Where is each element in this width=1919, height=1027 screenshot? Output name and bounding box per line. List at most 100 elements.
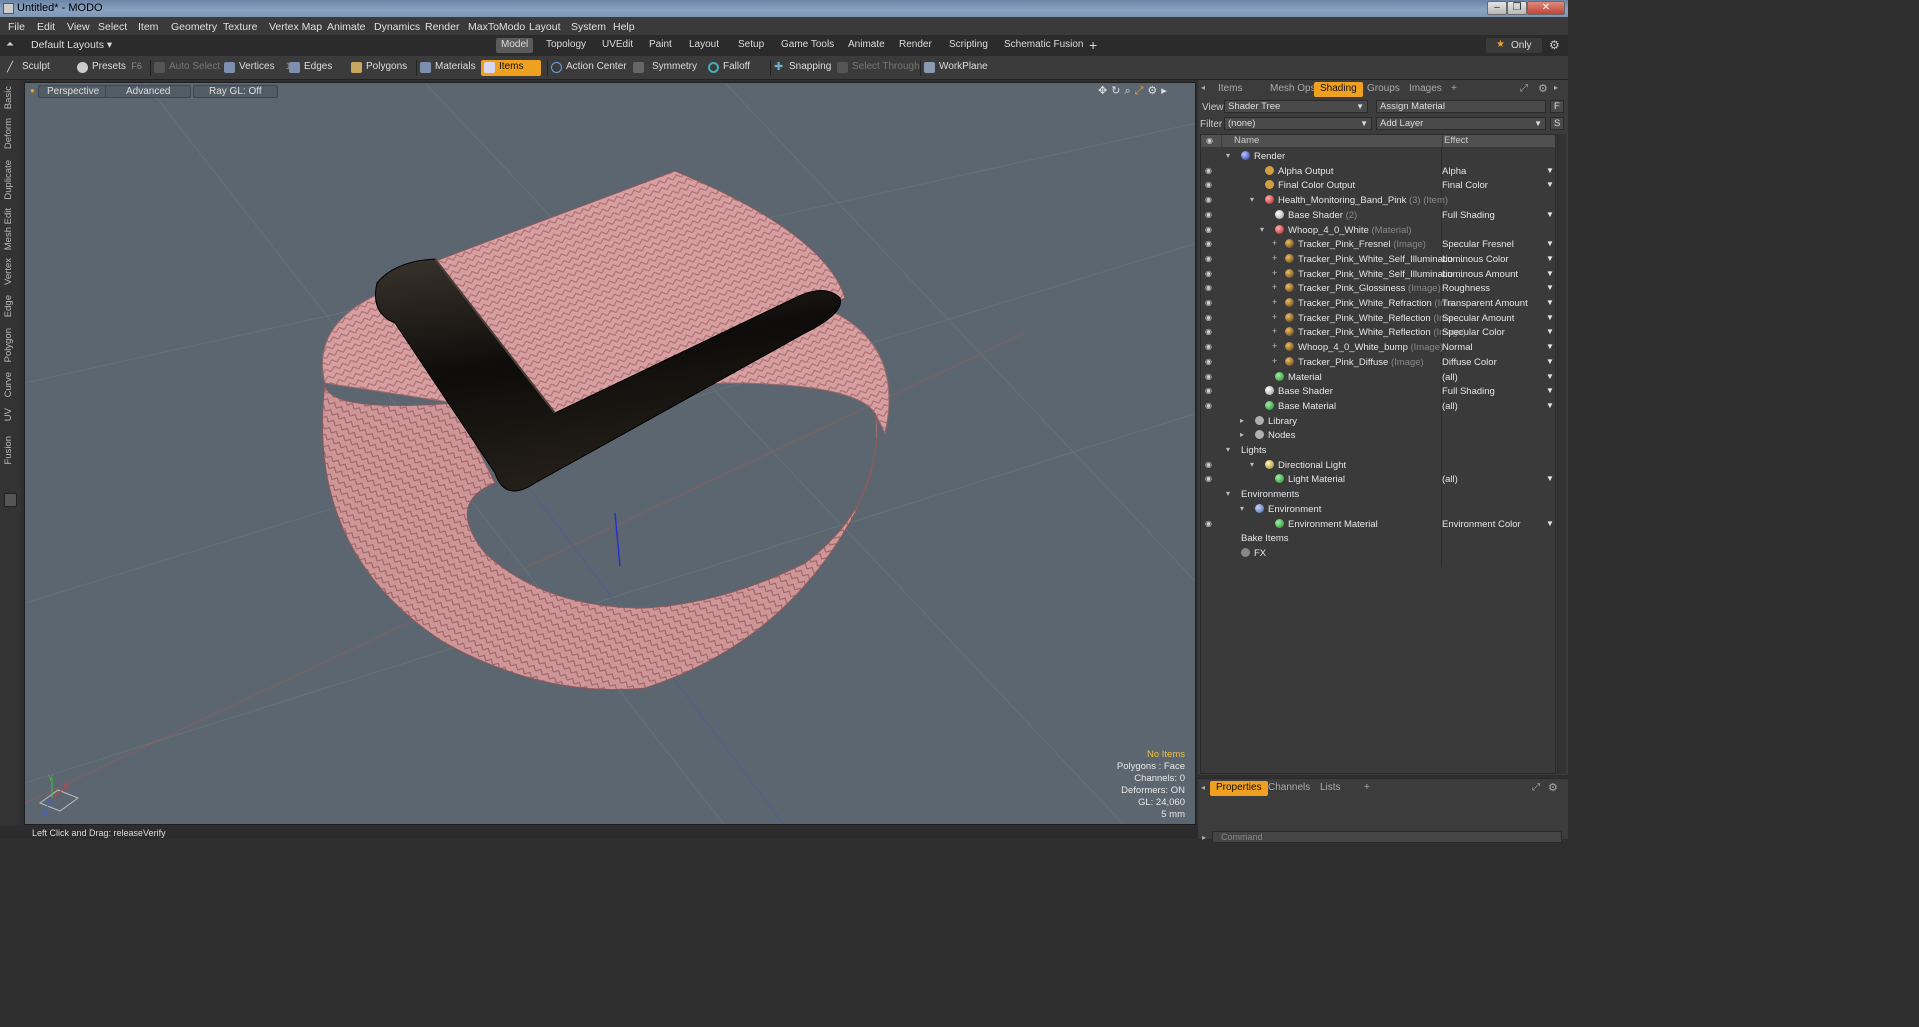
add-layer-plus-icon[interactable]: + <box>1272 282 1277 292</box>
visibility-eye-icon[interactable]: ◉ <box>1205 357 1215 366</box>
menu-layout[interactable]: Layout <box>529 21 561 33</box>
chevron-down-icon[interactable]: ▼ <box>1546 327 1554 336</box>
props-expand-icon[interactable]: ⤢ <box>1532 782 1540 793</box>
rotate-view-icon[interactable]: ↻ <box>1111 85 1124 97</box>
tree-row[interactable]: ◉ + Tracker_Pink_White_Reflection (Image) S… <box>1201 325 1555 340</box>
visibility-eye-icon[interactable]: ◉ <box>1205 269 1215 278</box>
maximize-button[interactable]: ❐ <box>1507 1 1527 15</box>
sculpt-button[interactable]: ╱ Sculpt <box>4 60 54 76</box>
tree-row[interactable]: ▾ Lights <box>1201 443 1555 458</box>
layout-selector[interactable]: Default Layouts ▾ <box>31 39 112 51</box>
advanced-dropdown[interactable]: Advanced <box>105 85 192 98</box>
tree-row[interactable]: ◉ ▾ Health_Monitoring_Band_Pink (3) (Item) <box>1201 193 1555 208</box>
panel-more-icon[interactable]: ▸ <box>1554 83 1558 92</box>
command-input[interactable]: Command <box>1212 831 1562 843</box>
tree-row[interactable]: ▾ Render <box>1201 149 1555 164</box>
layer-effect[interactable]: Specular Fresnel <box>1442 239 1514 250</box>
panel-tab-items[interactable]: Items <box>1212 82 1248 97</box>
tree-row[interactable]: ◉ + Tracker_Pink_White_Self_Illuminatio ..… <box>1201 252 1555 267</box>
tab-animate[interactable]: Animate <box>843 38 890 53</box>
menu-item[interactable]: Item <box>138 21 158 33</box>
fit-view-icon[interactable]: ⤢ <box>1135 85 1148 97</box>
presets-button[interactable]: Presets F6 <box>74 60 142 76</box>
action-center-button[interactable]: Action Center <box>547 60 631 76</box>
gear-icon[interactable]: ⚙ <box>1549 38 1560 52</box>
left-tab-basic[interactable]: Basic <box>3 86 14 109</box>
tree-row[interactable]: ▸ Library <box>1201 414 1555 429</box>
visibility-eye-icon[interactable]: ◉ <box>1205 239 1215 248</box>
left-tab-vertex[interactable]: Vertex <box>3 258 14 285</box>
layer-effect[interactable]: Luminous Color <box>1442 254 1509 265</box>
perspective-dropdown[interactable]: Perspective <box>38 85 109 98</box>
snapping-button[interactable]: ✚ Snapping <box>770 60 835 76</box>
view-select[interactable]: Shader Tree ▼ <box>1224 100 1368 113</box>
expand-arrow-icon[interactable]: ▾ <box>1226 151 1230 160</box>
add-layer-plus-icon[interactable]: + <box>1272 268 1277 278</box>
vertices-button[interactable]: Vertices1 <box>221 60 291 76</box>
expand-arrow-icon[interactable]: ▾ <box>1240 504 1244 513</box>
chevron-down-icon[interactable]: ▼ <box>1546 474 1554 483</box>
add-tab-button[interactable]: + <box>1089 37 1097 53</box>
expand-arrow-icon[interactable]: ▾ <box>1226 445 1230 454</box>
menu-select[interactable]: Select <box>98 21 127 33</box>
items-button[interactable]: Items <box>481 60 541 76</box>
left-tab-duplicate[interactable]: Duplicate <box>3 160 14 200</box>
visibility-eye-icon[interactable]: ◉ <box>1205 327 1215 336</box>
tab-uvedit[interactable]: UVEdit <box>597 38 638 53</box>
3d-viewport[interactable]: Y X Z ● Perspective Advanced Ray GL: Off… <box>24 82 1196 825</box>
workplane-button[interactable]: WorkPlane <box>920 60 992 76</box>
menu-geometry[interactable]: Geometry <box>171 21 217 33</box>
visibility-eye-icon[interactable]: ◉ <box>1205 254 1215 263</box>
tree-row[interactable]: Bake Items <box>1201 531 1555 546</box>
tree-row[interactable]: ◉ Light Material (all) ▼ <box>1201 472 1555 487</box>
visibility-eye-icon[interactable]: ◉ <box>1205 372 1215 381</box>
visibility-eye-icon[interactable]: ◉ <box>1205 313 1215 322</box>
visibility-eye-icon[interactable]: ◉ <box>1205 386 1215 395</box>
panel-tab-mesh-ops[interactable]: Mesh Ops <box>1264 82 1322 97</box>
layer-effect[interactable]: Environment Color <box>1442 519 1521 530</box>
left-tab-deform[interactable]: Deform <box>3 118 14 149</box>
tree-row[interactable]: ◉ + Tracker_Pink_Fresnel (Image) Specular F… <box>1201 237 1555 252</box>
tab-setup[interactable]: Setup <box>733 38 769 53</box>
chevron-down-icon[interactable]: ▼ <box>1546 239 1554 248</box>
chevron-down-icon[interactable]: ▼ <box>1546 401 1554 410</box>
menu-dynamics[interactable]: Dynamics <box>374 21 420 33</box>
chevron-down-icon[interactable]: ▼ <box>1546 254 1554 263</box>
expand-arrow-icon[interactable]: ▾ <box>1250 195 1254 204</box>
tab-game-tools[interactable]: Game Tools <box>776 38 839 53</box>
visibility-eye-icon[interactable]: ◉ <box>1205 298 1215 307</box>
menu-edit[interactable]: Edit <box>37 21 55 33</box>
layer-effect[interactable]: Roughness <box>1442 283 1490 294</box>
add-layer-plus-icon[interactable]: + <box>1272 326 1277 336</box>
tab-layout[interactable]: Layout <box>684 38 724 53</box>
assign-material-button[interactable]: Assign Material <box>1376 100 1546 113</box>
tree-row[interactable]: ◉ Material (all) ▼ <box>1201 370 1555 385</box>
minimize-button[interactable]: – <box>1487 1 1507 15</box>
edges-button[interactable]: Edges2 <box>286 60 358 76</box>
menu-file[interactable]: File <box>8 21 25 33</box>
left-tab-curve[interactable]: Curve <box>3 372 14 397</box>
visibility-eye-icon[interactable]: ◉ <box>1205 210 1215 219</box>
tree-row[interactable]: ◉ Base Shader Full Shading ▼ <box>1201 384 1555 399</box>
zoom-view-icon[interactable]: ⌕ <box>1124 85 1134 97</box>
falloff-button[interactable]: Falloff <box>705 60 754 76</box>
auto-select-button[interactable]: Auto Select <box>150 60 224 76</box>
panel-tab-images[interactable]: Images <box>1403 82 1448 97</box>
panel-add-tab-button[interactable]: + <box>1445 82 1463 97</box>
chevron-down-icon[interactable]: ▼ <box>1546 386 1554 395</box>
expand-arrow-icon[interactable]: ▾ <box>1250 460 1254 469</box>
chevron-down-icon[interactable]: ▼ <box>1546 166 1554 175</box>
tree-row[interactable]: ▾ Environments <box>1201 487 1555 502</box>
tree-row[interactable]: ◉ + Tracker_Pink_White_Self_Illuminatio ..… <box>1201 267 1555 282</box>
tree-row[interactable]: ◉ + Tracker_Pink_White_Refraction (Ima ...… <box>1201 296 1555 311</box>
layer-effect[interactable]: Final Color <box>1442 180 1488 191</box>
chevron-down-icon[interactable]: ▼ <box>1546 519 1554 528</box>
visibility-eye-icon[interactable]: ◉ <box>1205 180 1215 189</box>
chevron-down-icon[interactable]: ▼ <box>1546 180 1554 189</box>
tree-row[interactable]: ◉ + Tracker_Pink_Diffuse (Image) Diffuse Co… <box>1201 355 1555 370</box>
tree-row[interactable]: ▸ Nodes <box>1201 428 1555 443</box>
tab-model[interactable]: Model <box>496 38 534 53</box>
polygons-button[interactable]: Polygons <box>348 60 411 76</box>
layer-effect[interactable]: (all) <box>1442 401 1458 412</box>
visibility-eye-icon[interactable]: ◉ <box>1205 474 1215 483</box>
